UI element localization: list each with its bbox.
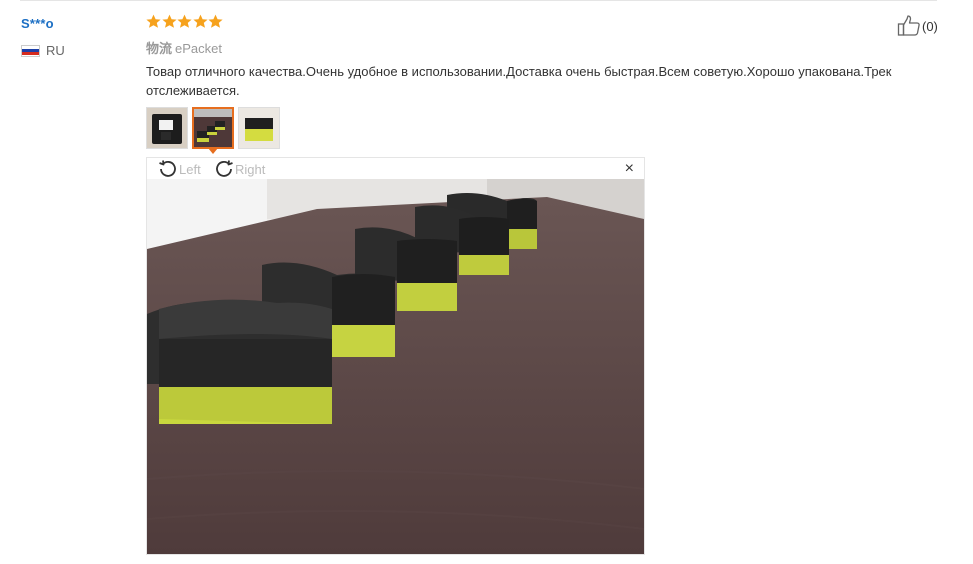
review-thumbnail-2[interactable] (192, 107, 234, 149)
star-icon (177, 14, 192, 28)
helpful-count: (0) (922, 18, 938, 34)
top-divider (20, 0, 937, 1)
reviewer-country: RU (21, 43, 65, 58)
star-icon (161, 14, 177, 28)
rotate-left-button[interactable]: Left (157, 158, 201, 180)
review-photo (147, 179, 644, 554)
rotate-left-label: Left (179, 161, 201, 177)
reviewer-info: S***o RU (21, 16, 65, 58)
review-thumbnails (146, 107, 284, 149)
logistics-value: ePacket (175, 41, 222, 56)
rating-stars (146, 14, 224, 29)
rotate-right-icon (216, 160, 233, 177)
thumbs-up-icon (897, 15, 920, 36)
star-icon (192, 14, 208, 28)
star-icon (146, 14, 161, 28)
rotate-right-label: Right (235, 161, 266, 177)
active-thumbnail-pointer (208, 148, 218, 154)
country-code: RU (46, 43, 65, 58)
image-viewer: Left Right × (146, 157, 645, 555)
rotate-right-button[interactable]: Right (213, 158, 265, 180)
russia-flag-icon (21, 44, 40, 57)
review-text: Товар отличного качества.Очень удобное в… (146, 64, 892, 98)
logistics-label: 物流 (146, 41, 173, 56)
star-icon (208, 14, 223, 28)
review-thumbnail-1[interactable] (146, 107, 188, 149)
close-viewer-button[interactable]: × (625, 161, 634, 177)
helpful-button[interactable]: (0) (897, 15, 938, 37)
review-thumbnail-3[interactable] (238, 107, 280, 149)
rotate-left-icon (159, 160, 176, 177)
reviewer-name[interactable]: S***o (21, 16, 54, 31)
logistics-info: 物流 ePacket (146, 38, 222, 57)
